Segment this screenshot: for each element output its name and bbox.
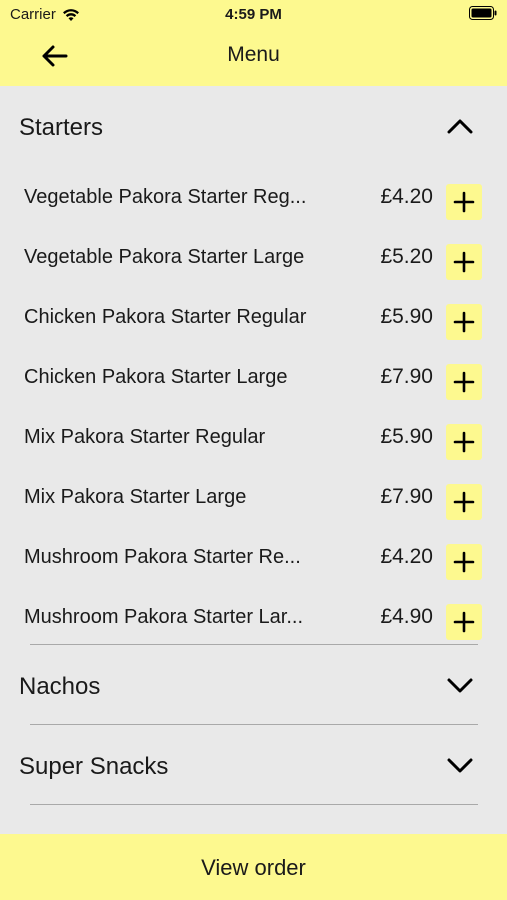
item-price: £7.90: [380, 485, 433, 508]
plus-icon: [453, 311, 475, 333]
plus-icon: [453, 251, 475, 273]
menu-list: Starters Vegetable Pakora Starter Reg...…: [0, 86, 507, 834]
item-name: Chicken Pakora Starter Large: [24, 366, 288, 388]
add-item-button[interactable]: [446, 304, 482, 340]
item-name: Vegetable Pakora Starter Reg...: [24, 186, 307, 208]
item-price: £4.90: [380, 605, 433, 628]
section-title: Starters: [19, 114, 104, 141]
chevron-up-icon: [447, 119, 473, 134]
list-item: Chicken Pakora Starter Regular £5.90: [0, 286, 507, 346]
add-item-button[interactable]: [446, 424, 482, 460]
nav-bar: Menu: [0, 28, 507, 84]
section-divider: [30, 804, 478, 805]
header-bar: Carrier 4:59 PM Menu: [0, 0, 507, 86]
list-item: Vegetable Pakora Starter Large £5.20: [0, 226, 507, 286]
list-item: Mushroom Pakora Starter Re... £4.20: [0, 526, 507, 586]
item-name: Vegetable Pakora Starter Large: [24, 246, 305, 268]
list-item: Mix Pakora Starter Regular £5.90: [0, 406, 507, 466]
section-title: Super Snacks: [19, 753, 169, 780]
plus-icon: [453, 551, 475, 573]
view-order-label: View order: [201, 855, 306, 880]
add-item-button[interactable]: [446, 184, 482, 220]
item-name: Mushroom Pakora Starter Re...: [24, 546, 301, 568]
item-price: £5.20: [380, 245, 433, 268]
status-bar: Carrier 4:59 PM: [0, 0, 507, 28]
section-header-super-snacks[interactable]: Super Snacks: [0, 725, 507, 805]
list-item: Chicken Pakora Starter Large £7.90: [0, 346, 507, 406]
item-name: Mix Pakora Starter Regular: [24, 426, 266, 448]
item-name: Chicken Pakora Starter Regular: [24, 306, 307, 328]
item-name: Mushroom Pakora Starter Lar...: [24, 606, 304, 628]
status-time: 4:59 PM: [225, 6, 282, 23]
plus-icon: [453, 191, 475, 213]
add-item-button[interactable]: [446, 364, 482, 400]
item-name: Mix Pakora Starter Large: [24, 486, 247, 508]
item-price: £5.90: [380, 305, 433, 328]
add-item-button[interactable]: [446, 604, 482, 640]
list-item: Mushroom Pakora Starter Lar... £4.90: [0, 586, 507, 646]
chevron-down-icon: [447, 678, 473, 693]
plus-icon: [453, 491, 475, 513]
add-item-button[interactable]: [446, 484, 482, 520]
section-header-starters[interactable]: Starters: [0, 86, 507, 166]
item-price: £4.20: [380, 185, 433, 208]
item-price: £7.90: [380, 365, 433, 388]
item-price: £4.20: [380, 545, 433, 568]
list-item: Vegetable Pakora Starter Reg... £4.20: [0, 166, 507, 226]
add-item-button[interactable]: [446, 244, 482, 280]
battery-icon: [469, 6, 497, 24]
add-item-button[interactable]: [446, 544, 482, 580]
plus-icon: [453, 371, 475, 393]
list-item: Mix Pakora Starter Large £7.90: [0, 466, 507, 526]
section-title: Nachos: [19, 673, 101, 700]
section-header-nachos[interactable]: Nachos: [0, 645, 507, 725]
view-order-button[interactable]: View order: [0, 834, 507, 900]
page-title: Menu: [227, 43, 280, 66]
chevron-down-icon: [447, 758, 473, 773]
item-price: £5.90: [380, 425, 433, 448]
plus-icon: [453, 611, 475, 633]
plus-icon: [453, 431, 475, 453]
